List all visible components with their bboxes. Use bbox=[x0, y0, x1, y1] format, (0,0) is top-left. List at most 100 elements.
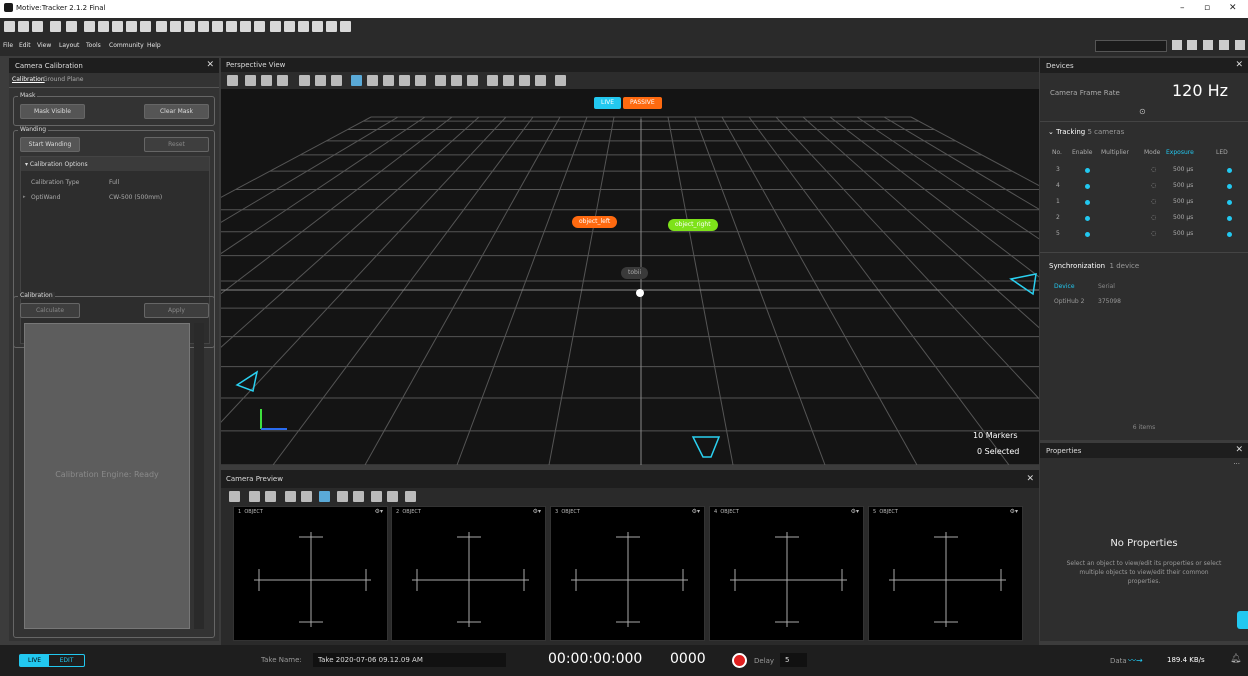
pen-icon[interactable] bbox=[371, 491, 382, 502]
view6-icon[interactable] bbox=[340, 21, 351, 32]
settings-icon[interactable] bbox=[50, 21, 61, 32]
table-row[interactable]: 4 ◌ 500 µs bbox=[1056, 182, 1241, 194]
layout-a-icon[interactable] bbox=[435, 75, 446, 86]
view3-icon[interactable] bbox=[298, 21, 309, 32]
save-icon[interactable] bbox=[18, 21, 29, 32]
view4-icon[interactable] bbox=[312, 21, 323, 32]
object-left-label[interactable]: object_left bbox=[572, 216, 618, 228]
toggle-icon[interactable] bbox=[387, 491, 398, 502]
table-row[interactable]: 5 ◌ 500 µs bbox=[1056, 230, 1241, 242]
close-icon[interactable]: ✕ bbox=[1235, 60, 1243, 70]
zoom-fit-icon[interactable] bbox=[331, 75, 342, 86]
tobii-label[interactable]: tobii bbox=[621, 267, 649, 279]
table-row[interactable]: 3 ◌ 500 µs bbox=[1056, 166, 1241, 178]
expand-arrow-icon[interactable]: ▸ bbox=[23, 194, 26, 200]
layout-btn-2-icon[interactable] bbox=[1187, 40, 1197, 50]
layout-btn-1-icon[interactable] bbox=[1172, 40, 1182, 50]
table-row[interactable]: 1 ◌ 500 µs bbox=[1056, 198, 1241, 210]
passive-badge[interactable]: PASSIVE bbox=[623, 97, 662, 109]
camera-view-1[interactable]: 1 OBJECT ⚙▾ bbox=[233, 506, 388, 641]
layout-btn-3-icon[interactable] bbox=[1203, 40, 1213, 50]
side-tab-icon[interactable] bbox=[1237, 611, 1248, 629]
close-icon[interactable]: ✕ bbox=[1235, 445, 1243, 455]
stop-icon[interactable] bbox=[353, 491, 364, 502]
edit-mode-button[interactable]: EDIT bbox=[49, 655, 84, 666]
tab-calibration[interactable]: Calibration bbox=[12, 76, 45, 83]
move-icon[interactable] bbox=[367, 75, 378, 86]
grid-icon[interactable] bbox=[227, 75, 238, 86]
view1-icon[interactable] bbox=[270, 21, 281, 32]
layout-dropdown[interactable] bbox=[1095, 40, 1167, 52]
start-wanding-button[interactable]: Start Wanding bbox=[20, 137, 80, 152]
mask-icon[interactable] bbox=[285, 491, 296, 502]
record-dot-icon[interactable] bbox=[337, 491, 348, 502]
record-button[interactable] bbox=[732, 653, 747, 668]
tab-ground-plane[interactable]: Ground Plane bbox=[43, 76, 83, 83]
calculate-button[interactable]: Calculate bbox=[20, 303, 80, 318]
camera-icon[interactable] bbox=[84, 21, 95, 32]
marker-b-icon[interactable] bbox=[519, 75, 530, 86]
maximize-button[interactable]: ▫ bbox=[1204, 3, 1210, 13]
tracking-icon[interactable] bbox=[555, 75, 566, 86]
tracking-group[interactable]: ⌄ Tracking 5 cameras bbox=[1048, 128, 1124, 136]
live-mode-button[interactable]: LIVE bbox=[20, 655, 49, 666]
ruler-icon[interactable] bbox=[415, 75, 426, 86]
live-badge[interactable]: LIVE bbox=[594, 97, 622, 109]
scale-icon[interactable] bbox=[399, 75, 410, 86]
camera-view-3[interactable]: 3 OBJECT ⚙▾ bbox=[550, 506, 705, 641]
object-right-label[interactable]: object_right bbox=[668, 219, 718, 231]
menu-layout[interactable]: Layout bbox=[59, 42, 79, 49]
skeleton-view-icon[interactable] bbox=[277, 75, 288, 86]
layout-c-icon[interactable] bbox=[467, 75, 478, 86]
sync-device[interactable]: OptiHub 2 bbox=[1054, 298, 1084, 305]
calibration-icon[interactable] bbox=[98, 21, 109, 32]
optiwand-value[interactable]: CW-500 (500mm) bbox=[109, 194, 162, 201]
menu-view[interactable]: View bbox=[37, 42, 51, 49]
layout-btn-4-icon[interactable] bbox=[1219, 40, 1229, 50]
expand-circle-icon[interactable]: ⊙ bbox=[1139, 107, 1146, 116]
skeleton-icon[interactable] bbox=[170, 21, 181, 32]
layout-icon[interactable] bbox=[66, 21, 77, 32]
camera-view-2[interactable]: 2 OBJECT ⚙▾ bbox=[391, 506, 546, 641]
sync-group[interactable]: Synchronization 1 device bbox=[1049, 262, 1139, 270]
signal-icon[interactable] bbox=[240, 21, 251, 32]
results-scrollbar[interactable] bbox=[194, 323, 204, 629]
calibration-type-value[interactable]: Full bbox=[109, 179, 119, 186]
visibility-icon[interactable] bbox=[487, 75, 498, 86]
frame-rate-value[interactable]: 120 Hz bbox=[1172, 81, 1228, 100]
preview-icon[interactable] bbox=[140, 21, 151, 32]
zoom-in-icon[interactable] bbox=[315, 75, 326, 86]
eye-icon[interactable] bbox=[405, 491, 416, 502]
rigidbody-icon[interactable] bbox=[184, 21, 195, 32]
close-button[interactable]: ✕ bbox=[1229, 3, 1237, 13]
menu-help[interactable]: Help bbox=[147, 42, 161, 49]
apply-button[interactable]: Apply bbox=[144, 303, 209, 318]
camera-view-icon[interactable] bbox=[245, 75, 256, 86]
view2-icon[interactable] bbox=[284, 21, 295, 32]
rotate-icon[interactable] bbox=[383, 75, 394, 86]
marker-a-icon[interactable] bbox=[503, 75, 514, 86]
table-row[interactable]: 2 ◌ 500 µs bbox=[1056, 214, 1241, 226]
clear-mask-button[interactable]: Clear Mask bbox=[144, 104, 209, 119]
open-icon[interactable] bbox=[32, 21, 43, 32]
perspective-viewport[interactable]: LIVE PASSIVE object_left object_right to… bbox=[221, 89, 1039, 465]
select-icon[interactable] bbox=[351, 75, 362, 86]
new-icon[interactable] bbox=[4, 21, 15, 32]
assets-icon[interactable] bbox=[112, 21, 123, 32]
marker-c-icon[interactable] bbox=[535, 75, 546, 86]
layout-btn-5-icon[interactable] bbox=[1235, 40, 1245, 50]
more-options-icon[interactable]: ··· bbox=[1233, 460, 1240, 468]
snapshot-icon[interactable] bbox=[261, 75, 272, 86]
info-icon[interactable] bbox=[156, 21, 167, 32]
menu-community[interactable]: Community bbox=[109, 42, 144, 49]
take-name-field[interactable]: Take 2020-07-06 09.12.09 AM bbox=[313, 653, 506, 667]
menu-tools[interactable]: Tools bbox=[86, 42, 101, 49]
reset-button[interactable]: Reset bbox=[144, 137, 209, 152]
camera-view-4[interactable]: 4 OBJECT ⚙▾ bbox=[709, 506, 864, 641]
close-icon[interactable]: ✕ bbox=[1026, 474, 1034, 484]
close-icon[interactable]: ✕ bbox=[206, 60, 214, 70]
zoom-icon[interactable] bbox=[249, 491, 260, 502]
mask-visible-button[interactable]: Mask Visible bbox=[20, 104, 85, 119]
delay-field[interactable]: 5 bbox=[780, 653, 807, 667]
devices-icon[interactable] bbox=[126, 21, 137, 32]
